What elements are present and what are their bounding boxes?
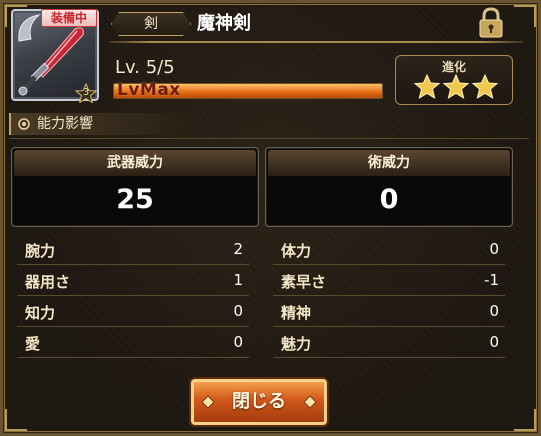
evolution-label: 進化 [441, 60, 466, 74]
stat-label: 魅力 [281, 335, 312, 353]
weapon-power-box: 武器威力 25 [11, 147, 259, 227]
stat-value: 0 [233, 333, 243, 351]
level-text: Lv. 5/5 [115, 57, 175, 78]
section-title: 能力影響 [37, 116, 93, 132]
stat-label: 器用さ [25, 273, 71, 291]
star-icon [414, 74, 440, 100]
weapon-power-label: 武器威力 [14, 150, 256, 176]
divider [109, 41, 523, 43]
stat-value: 0 [489, 302, 499, 320]
weapon-detail-panel: 装備中 3 剣 魔神剣 Lv. 5/5 LvMax 進化 能力影響 武器威力 2… [0, 0, 541, 436]
stat-row-intelligence: 知力 0 [17, 297, 249, 327]
star-icon [472, 74, 498, 100]
stat-row-vitality: 体力 0 [273, 235, 505, 265]
magic-power-value: 0 [379, 184, 399, 215]
lock-icon[interactable] [477, 7, 505, 39]
star-icon [443, 74, 469, 100]
stat-value: -1 [484, 271, 499, 289]
stat-label: 知力 [25, 304, 56, 322]
stat-value: 0 [489, 333, 499, 351]
frame-corner [514, 5, 536, 27]
stat-value: 2 [233, 240, 243, 258]
stat-label: 精神 [281, 304, 312, 322]
evolution-box: 進化 [395, 55, 513, 105]
stat-value: 0 [233, 302, 243, 320]
stat-row-spirit: 精神 0 [273, 297, 505, 327]
stat-row-love: 愛 0 [17, 328, 249, 358]
weapon-power-value: 25 [116, 184, 154, 215]
section-header: 能力影響 [9, 113, 203, 135]
stat-label: 素早さ [281, 273, 327, 291]
stat-value: 0 [489, 240, 499, 258]
magic-power-label: 術威力 [268, 150, 510, 176]
equipped-badge: 装備中 [41, 9, 97, 27]
stat-row-charm: 魅力 0 [273, 328, 505, 358]
evolution-stars [414, 74, 498, 102]
stat-label: 愛 [25, 335, 41, 353]
ornament-icon [303, 395, 317, 409]
rarity-value: 3 [82, 87, 90, 98]
stat-row-strength: 腕力 2 [17, 235, 249, 265]
divider [9, 138, 529, 139]
stat-value: 1 [233, 271, 243, 289]
close-button[interactable]: 閉じる [191, 379, 327, 425]
stat-row-dexterity: 器用さ 1 [17, 266, 249, 296]
magic-power-box: 術威力 0 [265, 147, 513, 227]
weapon-name: 魔神剣 [197, 13, 251, 34]
frame-corner [5, 409, 27, 431]
stat-label: 体力 [281, 242, 312, 260]
rarity-badge: 3 [75, 83, 97, 103]
category-tag: 剣 [111, 12, 191, 36]
stat-label: 腕力 [25, 242, 56, 260]
stat-row-agility: 素早さ -1 [273, 266, 505, 296]
level-max-label: LvMax [117, 80, 181, 100]
frame-corner [514, 409, 536, 431]
gear-icon [18, 118, 30, 130]
